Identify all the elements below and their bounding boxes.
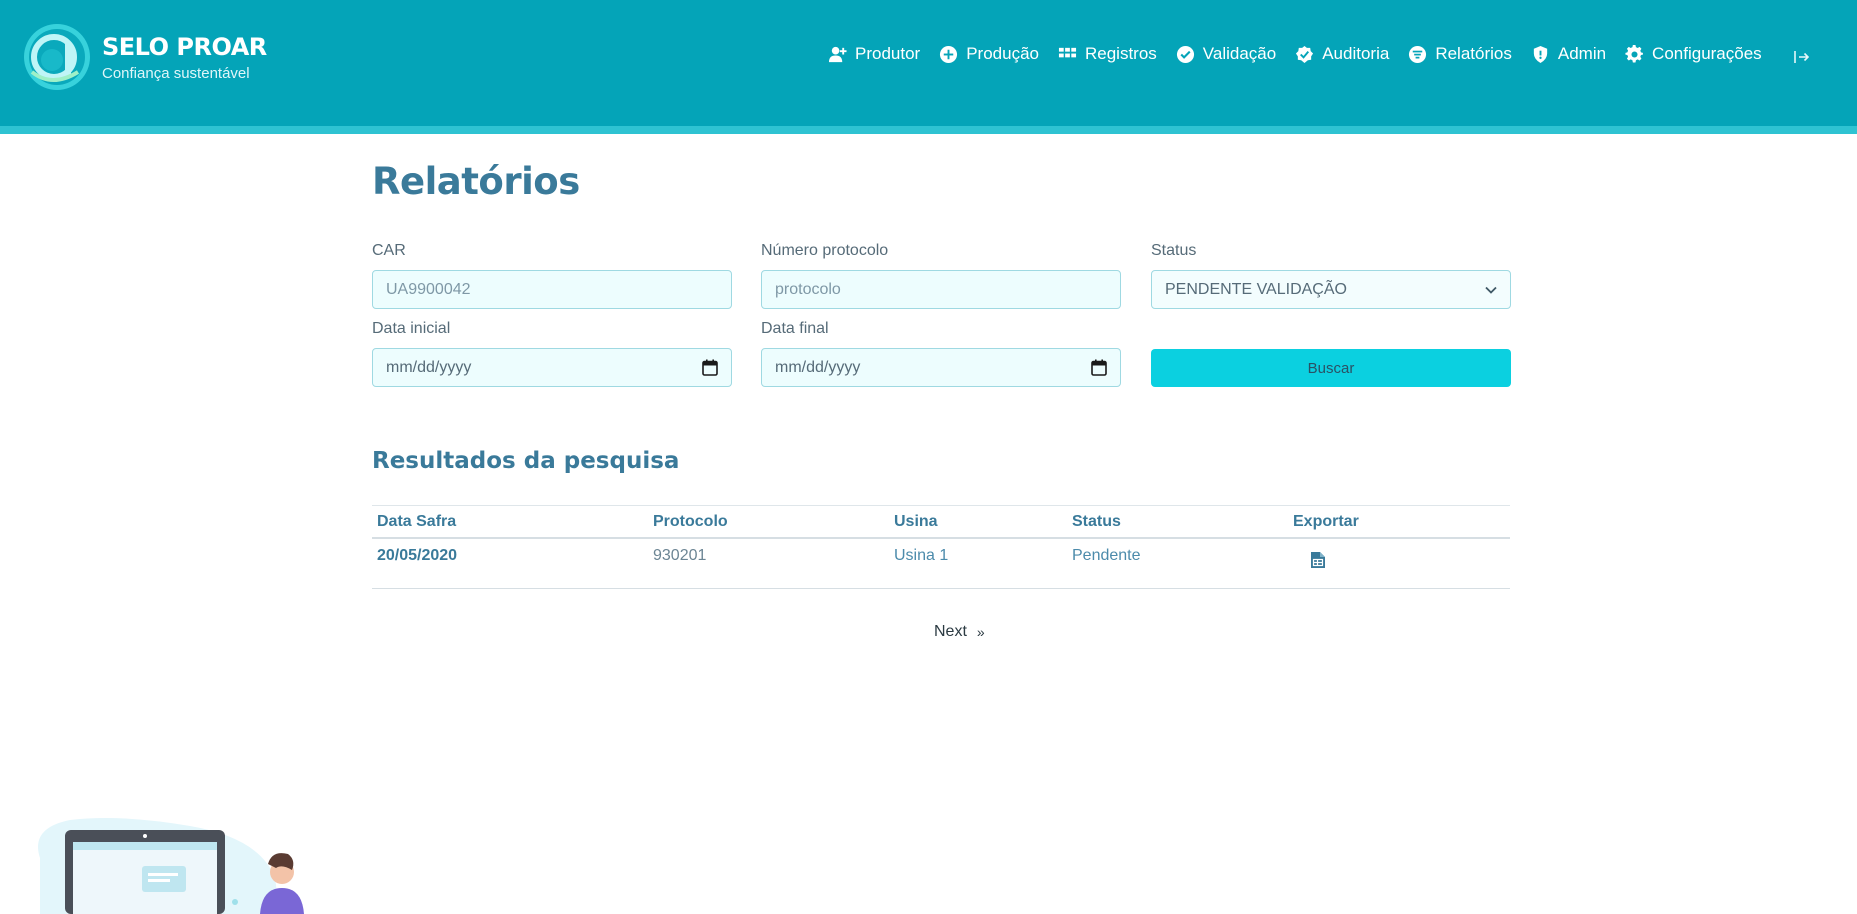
top-header: SELO PROAR Confiança sustentável Produto… bbox=[0, 0, 1857, 126]
column-header-exportar: Exportar bbox=[1293, 512, 1359, 530]
header-accent-strip bbox=[0, 126, 1857, 134]
table-header: Data Safra Protocolo Usina Status Export… bbox=[372, 506, 1510, 539]
results-title: Resultados da pesquisa bbox=[372, 448, 680, 474]
status-field-group: Status PENDENTE VALIDAÇÃO bbox=[1151, 242, 1511, 309]
end-date-label: Data final bbox=[761, 320, 829, 337]
main-nav: Produtor Produção Registros Validação Au… bbox=[828, 44, 1781, 64]
logo-mark-icon bbox=[24, 24, 90, 90]
calendar-icon[interactable] bbox=[1091, 359, 1107, 376]
main-content: Relatórios CAR UA9900042 Número protocol… bbox=[372, 160, 1512, 640]
protocol-label: Número protocolo bbox=[761, 242, 889, 259]
end-date-input[interactable]: mm/dd/yyyy bbox=[761, 348, 1121, 387]
nav-item-produtor[interactable]: Produtor bbox=[828, 44, 920, 64]
chevron-down-icon bbox=[1485, 286, 1497, 294]
nav-item-admin[interactable]: Admin bbox=[1531, 44, 1606, 64]
cell-data-safra: 20/05/2020 bbox=[377, 547, 458, 564]
car-label: CAR bbox=[372, 242, 406, 259]
car-field-group: CAR UA9900042 bbox=[372, 242, 732, 309]
column-header-usina[interactable]: Usina bbox=[894, 513, 1072, 531]
start-date-field-group: Data inicial mm/dd/yyyy bbox=[372, 320, 732, 387]
nav-label: Produção bbox=[966, 44, 1039, 63]
gear-icon bbox=[1625, 44, 1643, 62]
page-title: Relatórios bbox=[372, 160, 580, 203]
nav-label: Admin bbox=[1557, 44, 1607, 63]
calendar-icon[interactable] bbox=[702, 359, 718, 376]
end-date-field-group: Data final mm/dd/yyyy bbox=[761, 320, 1121, 387]
nav-label: Produtor bbox=[855, 44, 921, 63]
column-header-protocolo[interactable]: Protocolo bbox=[653, 513, 894, 531]
start-date-input[interactable]: mm/dd/yyyy bbox=[372, 348, 732, 387]
status-label: Status bbox=[1151, 242, 1197, 259]
check-circle-icon bbox=[1176, 45, 1194, 63]
nav-item-relatorios[interactable]: Relatórios bbox=[1408, 44, 1512, 64]
nav-label: Configurações bbox=[1652, 44, 1762, 63]
column-header-status[interactable]: Status bbox=[1072, 513, 1293, 531]
laptop-person-illustration bbox=[38, 818, 304, 914]
table-row[interactable]: 20/05/2020 930201 Usina 1 Pendente bbox=[372, 539, 1510, 589]
nav-label: Relatórios bbox=[1435, 44, 1512, 63]
brand-name: SELO PROAR bbox=[102, 32, 267, 61]
user-plus-icon bbox=[828, 46, 847, 62]
nav-label: Auditoria bbox=[1322, 44, 1390, 63]
start-date-value: mm/dd/yyyy bbox=[386, 358, 472, 376]
start-date-label: Data inicial bbox=[372, 320, 451, 337]
brand-logo[interactable]: SELO PROAR Confiança sustentável bbox=[22, 22, 267, 92]
nav-label: Validação bbox=[1202, 44, 1277, 63]
nav-item-producao[interactable]: Produção bbox=[939, 44, 1039, 64]
nav-item-validacao[interactable]: Validação bbox=[1176, 44, 1276, 64]
spreadsheet-file-icon[interactable] bbox=[1310, 551, 1326, 569]
next-label: Next bbox=[934, 623, 967, 640]
logout-icon[interactable] bbox=[1792, 48, 1810, 66]
cell-protocolo: 930201 bbox=[653, 547, 707, 564]
nav-item-registros[interactable]: Registros bbox=[1058, 44, 1157, 64]
status-selected-value: PENDENTE VALIDAÇÃO bbox=[1165, 280, 1347, 298]
pagination-next[interactable]: Next » bbox=[934, 623, 985, 641]
badge-check-icon bbox=[1296, 45, 1314, 63]
status-select[interactable]: PENDENTE VALIDAÇÃO bbox=[1151, 270, 1511, 309]
end-date-value: mm/dd/yyyy bbox=[775, 358, 861, 376]
car-input[interactable]: UA9900042 bbox=[372, 270, 732, 309]
cell-exportar bbox=[1293, 547, 1510, 574]
results-table: Data Safra Protocolo Usina Status Export… bbox=[372, 505, 1510, 589]
nav-item-configuracoes[interactable]: Configurações bbox=[1625, 44, 1762, 64]
next-arrow-icon: » bbox=[976, 624, 985, 640]
shield-icon bbox=[1533, 45, 1548, 63]
nav-item-auditoria[interactable]: Auditoria bbox=[1295, 44, 1389, 64]
column-header-data-safra[interactable]: Data Safra bbox=[372, 513, 653, 531]
cell-status: Pendente bbox=[1072, 547, 1141, 564]
protocol-field-group: Número protocolo protocolo bbox=[761, 242, 1121, 309]
nav-label: Registros bbox=[1084, 44, 1157, 63]
brand-tagline: Confiança sustentável bbox=[102, 64, 250, 82]
grid-icon bbox=[1058, 47, 1077, 57]
search-button[interactable]: Buscar bbox=[1151, 349, 1511, 387]
protocol-input[interactable]: protocolo bbox=[761, 270, 1121, 309]
cell-usina: Usina 1 bbox=[894, 547, 949, 564]
plus-circle-icon bbox=[940, 45, 958, 63]
filter-icon bbox=[1409, 45, 1427, 63]
